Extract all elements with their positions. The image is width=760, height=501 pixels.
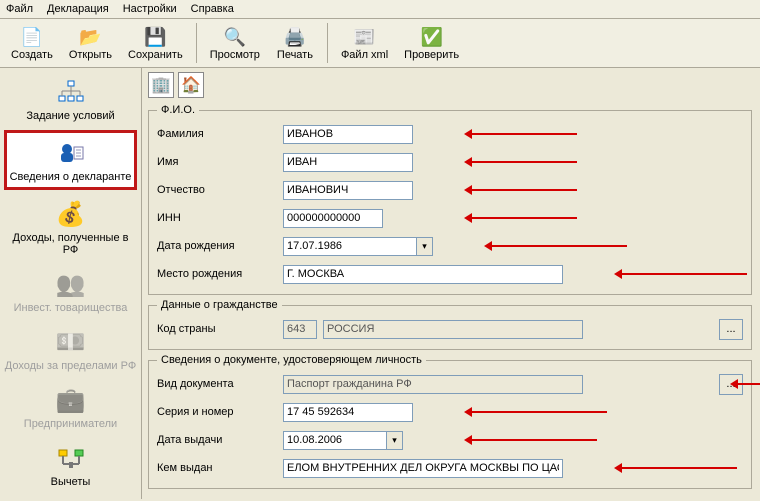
fieldset-citizenship: Данные о гражданстве Код страны ... xyxy=(148,299,752,350)
print-button[interactable]: 🖨️ Печать xyxy=(269,21,321,65)
toolbar-separator xyxy=(196,23,197,63)
create-label: Создать xyxy=(11,49,53,61)
label-doc-type: Вид документа xyxy=(157,378,277,390)
mode-box-icon[interactable]: 🏢 xyxy=(148,72,174,98)
input-issue-date[interactable] xyxy=(283,431,403,450)
annotation-arrow xyxy=(467,189,577,191)
briefcase-icon: 💼 xyxy=(55,384,87,416)
sidebar-item-income-rf[interactable]: 💰 Доходы, полученные в РФ xyxy=(0,192,141,262)
group-icon: 👥 xyxy=(55,268,87,300)
menu-file[interactable]: Файл xyxy=(6,3,33,15)
menu-settings[interactable]: Настройки xyxy=(123,3,177,15)
date-dropdown-button[interactable]: ▾ xyxy=(386,432,402,449)
label-inn: ИНН xyxy=(157,212,277,224)
sidebar-label: Вычеты xyxy=(51,476,91,488)
annotation-arrow xyxy=(467,439,597,441)
sidebar-label: Доходы за пределами РФ xyxy=(5,360,136,372)
input-inn[interactable] xyxy=(283,209,383,228)
fieldset-document: Сведения о документе, удостоверяющем лич… xyxy=(148,354,752,489)
input-patronymic[interactable] xyxy=(283,181,413,200)
magnifier-icon: 🔍 xyxy=(223,25,247,49)
xml-file-icon: 📰 xyxy=(353,25,377,49)
input-series[interactable] xyxy=(283,403,413,422)
sidebar-item-income-foreign[interactable]: 💵 Доходы за пределами РФ xyxy=(0,320,141,378)
browse-country-button[interactable]: ... xyxy=(719,319,743,340)
open-folder-icon: 📂 xyxy=(78,25,102,49)
annotation-arrow xyxy=(467,217,577,219)
annotation-arrow xyxy=(467,411,607,413)
check-label: Проверить xyxy=(404,49,459,61)
workspace: Задание условий Сведения о декларанте 💰 … xyxy=(0,68,760,499)
toolbar: 📄 Создать 📂 Открыть 💾 Сохранить 🔍 Просмо… xyxy=(0,19,760,68)
browse-doc-type-button[interactable]: ... xyxy=(719,374,743,395)
printer-icon: 🖨️ xyxy=(283,25,307,49)
annotation-arrow xyxy=(617,467,737,469)
input-issued-by[interactable] xyxy=(283,459,563,478)
preview-label: Просмотр xyxy=(210,49,260,61)
open-label: Открыть xyxy=(69,49,112,61)
check-icon: ✅ xyxy=(420,25,444,49)
balance-icon xyxy=(55,442,87,474)
mode-house-icon[interactable]: 🏠 xyxy=(178,72,204,98)
label-country-code: Код страны xyxy=(157,323,277,335)
money-bag-icon: 💵 xyxy=(55,326,87,358)
input-doc-type xyxy=(283,375,583,394)
form-area: 🏢 🏠 Ф.И.О. Фамилия Имя Отчество ИНН xyxy=(142,68,760,499)
sidebar: Задание условий Сведения о декларанте 💰 … xyxy=(0,68,142,499)
save-label: Сохранить xyxy=(128,49,183,61)
label-dob: Дата рождения xyxy=(157,240,277,252)
sidebar-item-declarant[interactable]: Сведения о декларанте xyxy=(4,130,137,190)
annotation-arrow xyxy=(467,161,577,163)
sidebar-label: Сведения о декларанте xyxy=(10,171,132,183)
save-button[interactable]: 💾 Сохранить xyxy=(121,21,190,65)
xml-label: Файл xml xyxy=(341,49,388,61)
legend-document: Сведения о документе, удостоверяющем лич… xyxy=(157,354,426,366)
label-name: Имя xyxy=(157,156,277,168)
check-button[interactable]: ✅ Проверить xyxy=(397,21,466,65)
new-doc-icon: 📄 xyxy=(20,25,44,49)
label-issued-by: Кем выдан xyxy=(157,462,277,474)
annotation-arrow xyxy=(487,245,627,247)
input-surname[interactable] xyxy=(283,125,413,144)
print-label: Печать xyxy=(277,49,313,61)
input-name[interactable] xyxy=(283,153,413,172)
person-card-icon xyxy=(55,137,87,169)
menubar: Файл Декларация Настройки Справка xyxy=(0,0,760,19)
input-dob[interactable] xyxy=(283,237,433,256)
floppy-icon: 💾 xyxy=(143,25,167,49)
label-pob: Место рождения xyxy=(157,268,277,280)
create-button[interactable]: 📄 Создать xyxy=(4,21,60,65)
legend-fio: Ф.И.О. xyxy=(157,104,199,116)
label-surname: Фамилия xyxy=(157,128,277,140)
sidebar-item-entrepreneurs[interactable]: 💼 Предприниматели xyxy=(0,378,141,436)
sidebar-item-deductions[interactable]: Вычеты xyxy=(0,436,141,494)
preview-button[interactable]: 🔍 Просмотр xyxy=(203,21,267,65)
label-patronymic: Отчество xyxy=(157,184,277,196)
coins-icon: 💰 xyxy=(55,198,87,230)
sidebar-label: Задание условий xyxy=(26,110,114,122)
input-country-name xyxy=(323,320,583,339)
menu-help[interactable]: Справка xyxy=(191,3,234,15)
sidebar-label: Предприниматели xyxy=(24,418,117,430)
form-mode-toolbar: 🏢 🏠 xyxy=(142,68,760,100)
menu-declaration[interactable]: Декларация xyxy=(47,3,109,15)
sidebar-label: Инвест. товарищества xyxy=(14,302,128,314)
annotation-arrow xyxy=(617,273,747,275)
input-pob[interactable] xyxy=(283,265,563,284)
hierarchy-icon xyxy=(55,76,87,108)
toolbar-separator xyxy=(327,23,328,63)
input-country-code xyxy=(283,320,317,339)
label-series: Серия и номер xyxy=(157,406,277,418)
legend-citizenship: Данные о гражданстве xyxy=(157,299,282,311)
date-dropdown-button[interactable]: ▾ xyxy=(416,238,432,255)
xml-button[interactable]: 📰 Файл xml xyxy=(334,21,395,65)
label-issue-date: Дата выдачи xyxy=(157,434,277,446)
fieldset-fio: Ф.И.О. Фамилия Имя Отчество ИНН xyxy=(148,104,752,295)
open-button[interactable]: 📂 Открыть xyxy=(62,21,119,65)
sidebar-item-invest[interactable]: 👥 Инвест. товарищества xyxy=(0,262,141,320)
sidebar-label: Доходы, полученные в РФ xyxy=(4,232,137,256)
annotation-arrow xyxy=(467,133,577,135)
sidebar-item-conditions[interactable]: Задание условий xyxy=(0,70,141,128)
